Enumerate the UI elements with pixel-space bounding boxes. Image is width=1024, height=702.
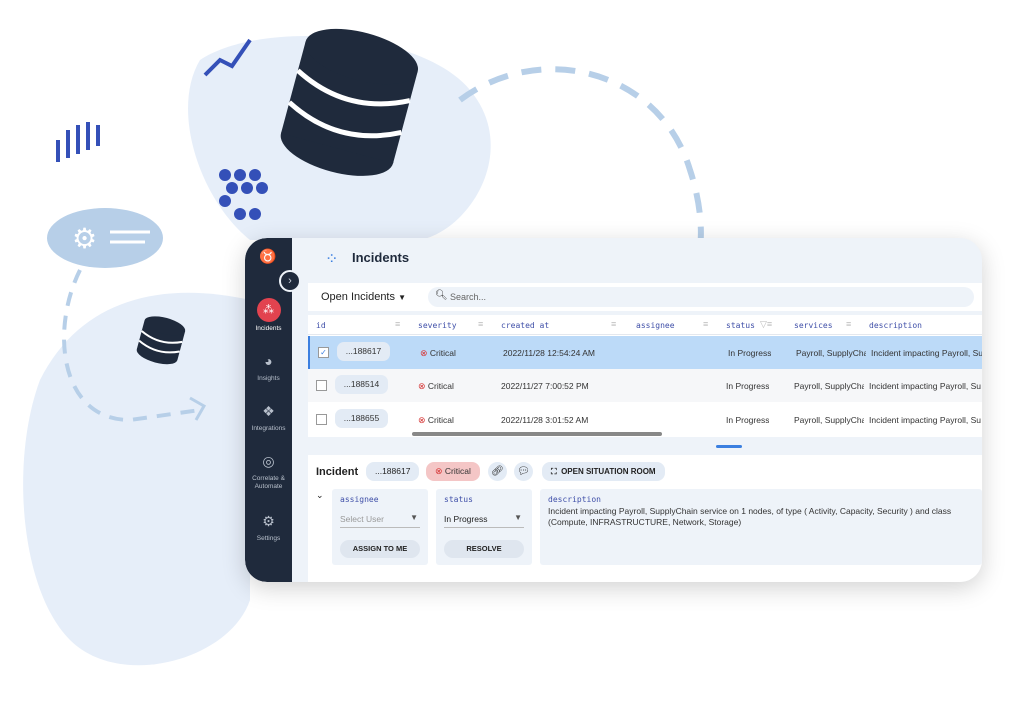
incidents-table: id ≡ severity ≡ created at ≡ assignee ≡ stat… <box>308 315 982 437</box>
search-input[interactable]: 🔍︎ Search... <box>428 287 974 307</box>
column-header-id[interactable]: id <box>316 315 326 335</box>
expand-sidebar-button[interactable]: › <box>279 270 301 292</box>
incident-detail-panel: Incident ...188617 ⊗ Critical 🔗︎ 💬︎ ⛶ OP… <box>308 455 982 582</box>
column-header-description[interactable]: description <box>869 315 922 335</box>
gear-icon: ⚙ <box>72 223 97 254</box>
column-header-services[interactable]: services <box>794 315 833 335</box>
column-header-severity[interactable]: severity <box>418 315 457 335</box>
description: Incident impacting Payroll, Su <box>869 415 981 425</box>
severity-badge: ⊗ Critical <box>426 462 480 481</box>
assign-to-me-button[interactable]: ASSIGN TO ME <box>340 540 420 558</box>
incident-id[interactable]: ...188617 <box>337 342 390 361</box>
status-select[interactable]: In Progress ▼ <box>444 509 524 528</box>
severity: Critical <box>427 381 454 391</box>
row-checkbox[interactable] <box>316 380 327 391</box>
pie-chart-icon: ◕ <box>264 353 273 369</box>
critical-icon: ⊗ <box>418 381 426 391</box>
search-placeholder: Search... <box>450 292 487 302</box>
column-header-assignee[interactable]: assignee <box>636 315 675 335</box>
description-box: description Incident impacting Payroll, … <box>540 489 982 565</box>
sidebar-item-label: Incidents <box>255 325 282 332</box>
sidebar-item-label: Correlate & Automate <box>252 475 285 490</box>
caret-down-icon: ▼ <box>410 513 418 522</box>
row-checkbox[interactable]: ✓ <box>318 347 329 358</box>
incident-filter-dropdown[interactable]: Open Incidents ▼ <box>321 291 406 303</box>
radar-icon: ◎ <box>262 453 275 469</box>
column-header-created-at[interactable]: created at <box>501 315 549 335</box>
status-label: status <box>444 495 473 504</box>
table-row[interactable]: ...188514 ⊗ Critical 2022/11/27 7:00:52 … <box>308 369 982 402</box>
severity-label: Critical <box>444 466 471 476</box>
row-checkbox[interactable] <box>316 414 327 425</box>
description: Incident impacting Payroll, Su <box>871 348 982 358</box>
page-title: Incidents <box>352 250 410 265</box>
status-value: In Progress <box>444 514 488 524</box>
description-text: Incident impacting Payroll, SupplyChain … <box>548 506 952 527</box>
description-label: description <box>548 495 601 504</box>
caret-down-icon: ▼ <box>514 513 522 522</box>
services: Payroll, SupplyCha <box>796 348 866 358</box>
filter-label: Open Incidents <box>321 291 395 303</box>
services: Payroll, SupplyCha <box>794 415 864 425</box>
column-menu-icon[interactable]: ≡ <box>611 319 616 329</box>
column-menu-icon[interactable]: ≡ <box>703 319 708 329</box>
search-icon: 🔍︎ <box>435 290 448 301</box>
sidebar-item-label: Insights <box>257 375 280 382</box>
resolve-button[interactable]: RESOLVE <box>444 540 524 558</box>
severity: Critical <box>427 415 454 425</box>
detail-title: Incident <box>316 466 359 478</box>
caret-down-icon: ▼ <box>398 293 406 302</box>
integrations-icon: ❖ <box>262 403 275 419</box>
sidebar-item-label: Integrations <box>251 425 286 432</box>
assignee-select[interactable]: Select User ▼ <box>340 509 420 528</box>
gear-bubble <box>47 208 163 268</box>
app-window: ♉ ⁂ Incidents ◕ Insights ❖ Integrations ◎ Co… <box>245 238 982 582</box>
comment-icon[interactable]: 💬︎ <box>514 462 533 481</box>
created-at: 2022/11/28 3:01:52 AM <box>501 415 589 425</box>
sidebar-item-integrations[interactable]: ❖ Integrations <box>245 400 292 433</box>
critical-icon: ⊗ <box>418 415 426 425</box>
sidebar-item-label: Settings <box>256 535 281 542</box>
assignee-label: assignee <box>340 495 379 504</box>
sidebar-item-insights[interactable]: ◕ Insights <box>245 350 292 383</box>
incidents-icon: ⁘ <box>325 251 339 268</box>
toolbar: Open Incidents ▼ 🔍︎ Search... <box>308 283 982 311</box>
status: In Progress <box>726 381 770 391</box>
critical-icon: ⊗ <box>420 348 428 358</box>
open-situation-room-button[interactable]: ⛶ OPEN SITUATION ROOM <box>542 462 665 481</box>
description: Incident impacting Payroll, Su <box>869 381 981 391</box>
sidebar-item-settings[interactable]: ⚙ Settings <box>245 510 292 543</box>
column-header-status[interactable]: status <box>726 315 755 335</box>
assignee-box: assignee Select User ▼ ASSIGN TO ME <box>332 489 428 565</box>
horizontal-scrollbar[interactable] <box>412 432 662 436</box>
column-menu-icon[interactable]: ≡ <box>478 319 483 329</box>
panel-resize-handle[interactable] <box>716 445 742 448</box>
services: Payroll, SupplyCha <box>794 381 864 391</box>
logo-icon: ♉ <box>259 248 277 264</box>
status: In Progress <box>728 348 772 358</box>
incident-id[interactable]: ...188655 <box>335 409 388 428</box>
status: In Progress <box>726 415 770 425</box>
gear-icon: ⚙ <box>262 513 275 529</box>
column-menu-icon[interactable]: ≡ <box>395 319 400 329</box>
filter-icon[interactable]: ▽≡ <box>760 319 772 330</box>
link-icon[interactable]: 🔗︎ <box>488 462 507 481</box>
sliders-icon <box>56 122 100 162</box>
incidents-icon: ⁂ <box>256 298 281 322</box>
situation-room-label: OPEN SITUATION ROOM <box>561 467 656 476</box>
detail-incident-id: ...188617 <box>366 462 420 481</box>
column-menu-icon[interactable]: ≡ <box>846 319 851 329</box>
incident-id[interactable]: ...188514 <box>335 375 388 394</box>
critical-icon: ⊗ <box>435 466 443 476</box>
assignee-placeholder: Select User <box>340 514 384 524</box>
sidebar-item-incidents[interactable]: ⁂ Incidents <box>245 298 292 333</box>
created-at: 2022/11/27 7:00:52 PM <box>501 381 589 391</box>
situation-room-icon: ⛶ <box>551 467 557 476</box>
status-box: status In Progress ▼ RESOLVE <box>436 489 532 565</box>
collapse-chevron-icon[interactable]: ⌄ <box>316 490 324 501</box>
sidebar-item-correlate[interactable]: ◎ Correlate & Automate <box>245 450 292 491</box>
created-at: 2022/11/28 12:54:24 AM <box>503 348 596 358</box>
table-row[interactable]: ✓ ...188617 ⊗ Critical 2022/11/28 12:54:… <box>308 336 982 369</box>
severity: Critical <box>429 348 456 358</box>
